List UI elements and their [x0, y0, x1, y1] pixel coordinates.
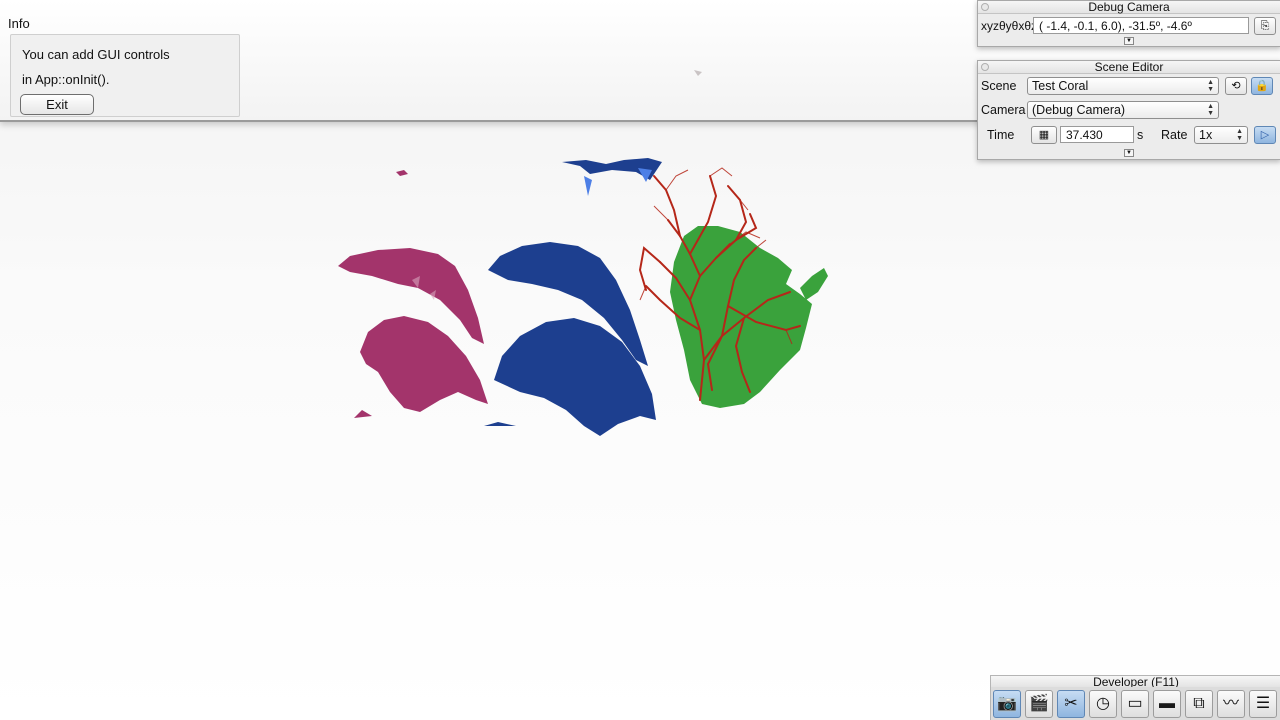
lock-icon[interactable]: 🔒 [1251, 77, 1273, 95]
info-pane-title: Info [8, 16, 30, 31]
debug-camera-titlebar[interactable]: Debug Camera [978, 1, 1280, 14]
film-strip-icon[interactable]: ▦ [1031, 126, 1057, 144]
pink-coral [338, 170, 488, 418]
camera-coordinates-field[interactable]: ( -1.4, -0.1, 6.0), -31.5º, -4.6º [1033, 17, 1249, 34]
windows-icon[interactable]: ⧉ [1185, 690, 1213, 718]
chevron-updown-icon: ▲ ▼ [1207, 79, 1214, 93]
camera-select[interactable]: (Debug Camera) ▲ ▼ [1027, 101, 1219, 119]
clock-icon[interactable]: ◷ [1089, 690, 1117, 718]
rate-select[interactable]: 1x ▲ ▼ [1194, 126, 1248, 144]
console-icon[interactable]: ▬ [1153, 690, 1181, 718]
expand-arrow-icon[interactable]: ▼ [1124, 37, 1134, 45]
camera-coordinates-label: xyzθyθxθz [981, 19, 1038, 33]
debug-camera-window: Debug Camera xyzθyθxθz ( -1.4, -0.1, 6.0… [977, 0, 1280, 47]
time-field[interactable]: 37.430 [1060, 126, 1134, 143]
clapperboard-icon[interactable]: 🎬 [1025, 690, 1053, 718]
scene-label: Scene [981, 79, 1017, 93]
play-icon[interactable]: ▷ [1254, 126, 1276, 144]
scene-editor-titlebar[interactable]: Scene Editor [978, 61, 1280, 74]
rate-select-value: 1x [1199, 128, 1213, 142]
close-icon[interactable] [981, 63, 989, 71]
camera-select-value: (Debug Camera) [1032, 103, 1126, 117]
info-text-line-2: in App::onInit(). [22, 72, 110, 87]
camera-icon[interactable]: 📷 [993, 690, 1021, 718]
log-icon[interactable]: ☰ [1249, 690, 1277, 718]
new-window-icon[interactable]: ▭ [1121, 690, 1149, 718]
scene-select-value: Test Coral [1032, 79, 1089, 93]
blue-coral [484, 158, 662, 436]
time-unit: s [1137, 128, 1144, 142]
reload-icon[interactable]: ⟲ [1225, 77, 1247, 95]
expand-arrow-icon[interactable]: ▼ [1124, 149, 1134, 157]
close-icon[interactable] [981, 3, 989, 11]
scene-editor-window: Scene Editor Scene Test Coral ▲ ▼ ⟲ 🔒 Cam… [977, 60, 1280, 160]
tools-icon[interactable]: ✂ [1057, 690, 1085, 718]
chevron-updown-icon: ▲ ▼ [1207, 103, 1214, 117]
developer-toolbar: 📷 🎬 ✂ ◷ ▭ ▬ ⧉ 〰 ☰ [990, 687, 1280, 720]
info-text-line-1: You can add GUI controls [22, 47, 170, 62]
time-label: Time [987, 128, 1015, 142]
copy-icon[interactable]: ⎘ [1254, 17, 1276, 35]
scene-editor-title: Scene Editor [1094, 60, 1164, 74]
camera-label: Camera [981, 103, 1026, 117]
exit-button[interactable]: Exit [20, 94, 94, 115]
rate-label: Rate [1161, 128, 1188, 142]
scene-select[interactable]: Test Coral ▲ ▼ [1027, 77, 1219, 95]
debug-camera-title: Debug Camera [1088, 0, 1170, 14]
info-pane: You can add GUI controls in App::onInit(… [10, 34, 240, 117]
graph-icon[interactable]: 〰 [1217, 690, 1245, 718]
chevron-updown-icon: ▲ ▼ [1236, 128, 1243, 142]
